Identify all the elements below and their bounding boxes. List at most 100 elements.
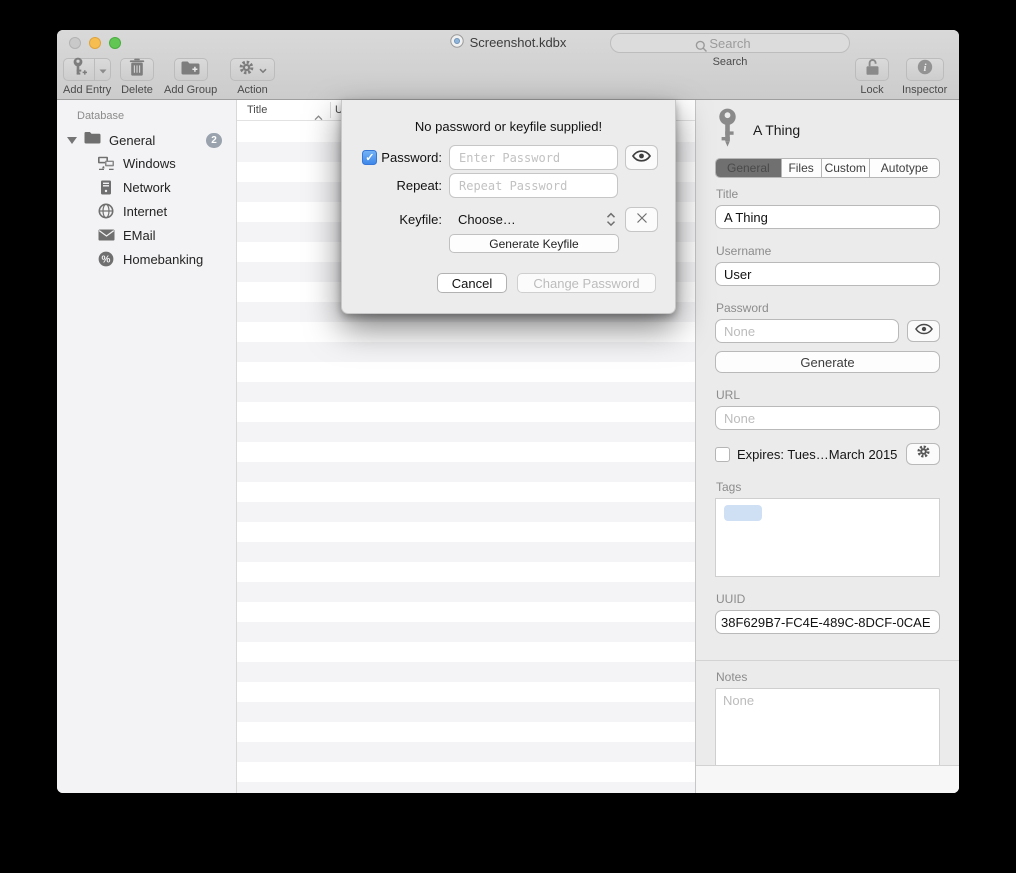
- search-label: Search: [713, 56, 748, 68]
- padlock-open-icon: [865, 58, 880, 81]
- delete-button[interactable]: [120, 58, 154, 81]
- column-divider[interactable]: [330, 102, 331, 118]
- eye-icon: [915, 322, 933, 340]
- sidebar-item-general[interactable]: General 2: [57, 129, 236, 151]
- inspector-header: A Thing: [715, 108, 940, 152]
- expires-settings-button[interactable]: [906, 443, 940, 465]
- sidebar-item-network[interactable]: Network: [57, 175, 236, 199]
- sidebar-item-label: Network: [123, 180, 171, 195]
- disclosure-triangle-icon[interactable]: [67, 137, 77, 144]
- document-icon: [450, 34, 464, 51]
- info-icon: i: [917, 59, 933, 80]
- tag-pill[interactable]: [724, 505, 762, 521]
- key-icon: [715, 108, 740, 153]
- sidebar-item-label: Internet: [123, 204, 167, 219]
- app-window: Screenshot.kdbx Add Entry: [57, 30, 959, 793]
- username-field-label: Username: [716, 244, 940, 258]
- delete-toolbar-item: Delete: [120, 58, 154, 96]
- inspector-button[interactable]: i: [906, 58, 944, 81]
- add-entry-button[interactable]: [63, 58, 94, 81]
- title-field[interactable]: [715, 205, 940, 229]
- add-entry-toolbar-item: Add Entry: [63, 58, 111, 96]
- tab-files[interactable]: Files: [781, 159, 821, 177]
- expires-label: Expires: Tues…March 2015: [737, 447, 899, 462]
- popup-stepper-icon: [606, 212, 616, 227]
- cancel-button[interactable]: Cancel: [437, 273, 507, 293]
- globe-icon: [97, 203, 115, 219]
- gear-icon: [238, 59, 255, 81]
- lock-label: Lock: [860, 84, 883, 96]
- inspector-tabs: General Files Custom Autotype: [715, 158, 940, 178]
- url-field[interactable]: [715, 406, 940, 430]
- add-group-label: Add Group: [164, 84, 217, 96]
- window-title: Screenshot.kdbx: [470, 35, 567, 50]
- password-field[interactable]: [715, 319, 899, 343]
- title-field-label: Title: [716, 187, 940, 201]
- notes-label: Notes: [716, 670, 940, 684]
- action-toolbar-item: Action: [230, 58, 275, 96]
- search-input[interactable]: [610, 33, 850, 53]
- folder-icon: [84, 131, 101, 149]
- lock-toolbar-item: Lock: [855, 58, 889, 96]
- sidebar-item-internet[interactable]: Internet: [57, 199, 236, 223]
- delete-label: Delete: [121, 84, 153, 96]
- tags-field[interactable]: [715, 498, 940, 577]
- column-header-title[interactable]: Title: [247, 104, 267, 116]
- change-password-sheet: No password or keyfile supplied! ✓ Passw…: [341, 100, 676, 314]
- username-field[interactable]: [715, 262, 940, 286]
- percent-icon: %: [97, 251, 115, 267]
- uuid-field[interactable]: [715, 610, 940, 634]
- reveal-password-button[interactable]: [625, 145, 658, 170]
- sidebar-item-label: General: [109, 133, 155, 148]
- sidebar-item-homebanking[interactable]: % Homebanking: [57, 247, 236, 271]
- tab-general[interactable]: General: [716, 159, 781, 177]
- eye-icon: [632, 149, 651, 167]
- titlebar-toolbar: Screenshot.kdbx Add Entry: [57, 30, 959, 100]
- chevron-down-icon: [99, 61, 107, 79]
- keyfile-popup[interactable]: Choose…: [449, 212, 618, 227]
- sheet-message: No password or keyfile supplied!: [342, 119, 675, 134]
- password-checkbox[interactable]: ✓: [362, 150, 377, 165]
- repeat-password-field[interactable]: [449, 173, 618, 198]
- inspector-toolbar-item: i Inspector: [902, 58, 947, 96]
- url-field-label: URL: [716, 388, 940, 402]
- sidebar-section-header: Database: [77, 110, 236, 122]
- add-entry-dropdown-button[interactable]: [94, 58, 111, 81]
- add-group-button[interactable]: [174, 58, 208, 81]
- keyfile-label: Keyfile:: [399, 212, 442, 227]
- uuid-label: UUID: [716, 592, 940, 606]
- keyfile-popup-value: Choose…: [458, 212, 516, 227]
- envelope-icon: [97, 229, 115, 241]
- add-entry-label: Add Entry: [63, 84, 111, 96]
- sidebar: Database General 2 * Windows: [57, 100, 237, 793]
- trash-icon: [129, 58, 145, 82]
- sidebar-item-label: EMail: [123, 228, 156, 243]
- password-label: Password:: [381, 150, 442, 165]
- tab-autotype[interactable]: Autotype: [869, 159, 939, 177]
- tab-custom[interactable]: Custom: [821, 159, 869, 177]
- folder-plus-icon: [181, 60, 200, 80]
- tags-label: Tags: [716, 480, 940, 494]
- sidebar-item-email[interactable]: EMail: [57, 223, 236, 247]
- enter-password-field[interactable]: [449, 145, 618, 170]
- sidebar-item-windows[interactable]: * Windows: [57, 151, 236, 175]
- generate-password-button[interactable]: Generate: [715, 351, 940, 373]
- action-button[interactable]: [230, 58, 275, 81]
- svg-text:*: *: [102, 165, 105, 170]
- action-label: Action: [237, 84, 268, 96]
- gear-icon: [916, 444, 931, 464]
- close-x-icon: [636, 211, 648, 229]
- reveal-password-button[interactable]: [907, 320, 940, 342]
- clear-keyfile-button[interactable]: [625, 207, 658, 232]
- server-icon: [97, 180, 115, 195]
- change-password-button[interactable]: Change Password: [517, 273, 656, 293]
- inspector-bottom-bar: [696, 765, 959, 793]
- svg-text:%: %: [102, 255, 111, 266]
- notes-field[interactable]: [715, 688, 940, 765]
- password-field-label: Password: [716, 301, 940, 315]
- generate-keyfile-button[interactable]: Generate Keyfile: [449, 234, 619, 253]
- expires-checkbox[interactable]: [715, 447, 730, 462]
- repeat-label: Repeat:: [396, 178, 442, 193]
- inspector-content: A Thing General Files Custom Autotype Ti…: [696, 100, 959, 765]
- lock-button[interactable]: [855, 58, 889, 81]
